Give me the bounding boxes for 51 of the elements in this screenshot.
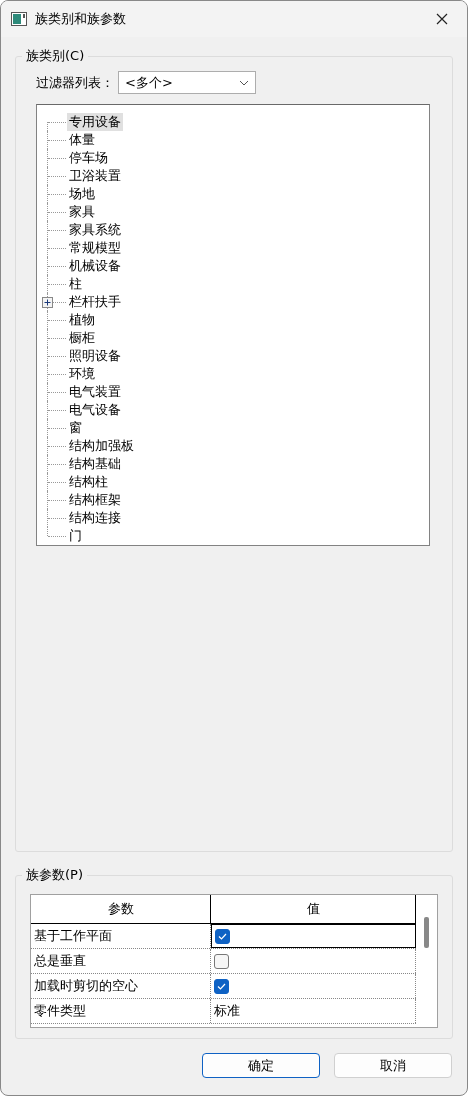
group-title: 族参数(P) xyxy=(25,866,84,884)
tree-item[interactable]: 结构连接 xyxy=(67,509,123,527)
tree-item[interactable]: 电气装置 xyxy=(67,383,123,401)
tree-item[interactable]: 专用设备 xyxy=(67,113,123,131)
table-cell: 标准 xyxy=(211,999,416,1023)
table-cell: 零件类型 xyxy=(31,999,211,1023)
column-header: 参数 xyxy=(31,895,211,923)
filter-dropdown[interactable]: <多个> xyxy=(118,71,256,94)
tree-item[interactable]: 体量 xyxy=(67,131,97,149)
tree-item[interactable]: 柱 xyxy=(67,275,84,293)
checkbox[interactable] xyxy=(214,978,229,994)
check-icon xyxy=(217,982,226,990)
cancel-button[interactable]: 取消 xyxy=(334,1053,452,1078)
tree-item[interactable]: 栏杆扶手 xyxy=(67,293,123,311)
tree-item[interactable]: 常规模型 xyxy=(67,239,123,257)
column-header: 值 xyxy=(210,895,416,923)
close-icon xyxy=(436,13,448,25)
table-cell: 总是垂直 xyxy=(31,949,211,973)
tree-item[interactable]: 门 xyxy=(67,527,84,545)
tree-item[interactable]: 照明设备 xyxy=(67,347,123,365)
tree-item[interactable]: 卫浴装置 xyxy=(67,167,123,185)
table-cell: 加载时剪切的空心 xyxy=(31,974,211,998)
tree-item[interactable]: 窗 xyxy=(67,419,84,437)
table-cell: 基于工作平面 xyxy=(31,924,211,948)
tree-item[interactable]: 家具系统 xyxy=(67,221,123,239)
value-cell[interactable] xyxy=(211,949,416,973)
expand-icon[interactable] xyxy=(42,297,53,308)
tree-item[interactable]: 橱柜 xyxy=(67,329,97,347)
tree-item[interactable]: 场地 xyxy=(67,185,97,203)
tree-item[interactable]: 结构加强板 xyxy=(67,437,136,455)
group-title: 族类别(C) xyxy=(25,47,86,65)
tree-item[interactable]: 结构框架 xyxy=(67,491,123,509)
filter-label: 过滤器列表： xyxy=(36,73,114,92)
tree-item[interactable]: 结构基础 xyxy=(67,455,123,473)
tree-item[interactable]: 电气设备 xyxy=(67,401,123,419)
tree-item[interactable]: 结构柱 xyxy=(67,473,110,491)
app-icon xyxy=(11,12,27,26)
value-cell[interactable] xyxy=(211,924,416,948)
tree-item[interactable]: 家具 xyxy=(67,203,97,221)
checkbox[interactable] xyxy=(214,953,229,969)
checkbox[interactable] xyxy=(215,928,230,944)
ok-button[interactable]: 确定 xyxy=(202,1053,320,1078)
value-cell[interactable] xyxy=(211,974,416,998)
tree-item[interactable]: 环境 xyxy=(67,365,97,383)
tree-item[interactable]: 机械设备 xyxy=(67,257,123,275)
tree-item[interactable]: 停车场 xyxy=(67,149,110,167)
scrollbar-thumb[interactable] xyxy=(424,917,429,948)
tree-item[interactable]: 植物 xyxy=(67,311,97,329)
check-icon xyxy=(218,932,227,940)
chevron-down-icon xyxy=(239,79,249,86)
window-title: 族类别和族参数 xyxy=(35,10,127,28)
